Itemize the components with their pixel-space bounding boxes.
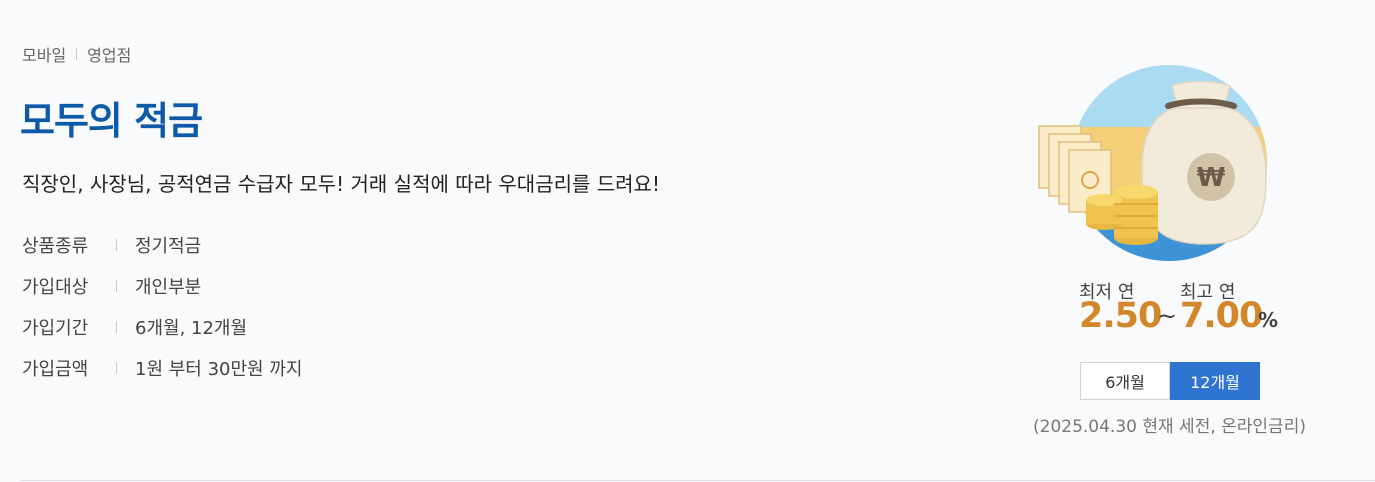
interest-rate-range: 최저 연 최고 연 2.50 ~ 7.00 % xyxy=(1079,278,1319,338)
min-rate-value: 2.50 xyxy=(1079,296,1162,336)
info-separator xyxy=(116,279,117,292)
rate-basis-note: (2025.04.30 현재 세전, 온라인금리) xyxy=(1033,417,1306,437)
info-value: 1원 부터 30만원 까지 xyxy=(135,358,303,380)
channel-branch: 영업점 xyxy=(87,46,132,65)
info-value: 정기적금 xyxy=(135,235,202,257)
info-row-amount: 가입금액 1원 부터 30만원 까지 xyxy=(22,347,302,388)
info-label: 상품종류 xyxy=(22,235,89,257)
term-tabs: 6개월 12개월 xyxy=(1080,362,1260,400)
info-label: 가입금액 xyxy=(22,358,89,380)
max-rate-value: 7.00 xyxy=(1180,296,1263,336)
info-value: 개인부분 xyxy=(135,276,202,298)
rate-unit: % xyxy=(1258,308,1279,332)
rate-separator: ~ xyxy=(1157,302,1178,330)
svg-text:₩: ₩ xyxy=(1197,163,1226,193)
product-title: 모두의 적금 xyxy=(20,99,203,143)
info-separator xyxy=(116,238,117,251)
info-value: 6개월, 12개월 xyxy=(135,317,248,339)
info-row-eligibility: 가입대상 개인부분 xyxy=(22,265,302,306)
info-label: 가입기간 xyxy=(22,317,89,339)
info-row-term: 가입기간 6개월, 12개월 xyxy=(22,306,302,347)
tab-6-months[interactable]: 6개월 xyxy=(1080,362,1170,400)
info-separator xyxy=(116,320,117,333)
product-info-list: 상품종류 정기적금 가입대상 개인부분 가입기간 6개월, 12개월 가입금액 … xyxy=(22,224,302,388)
money-bag-coins-icon: ₩ xyxy=(1038,65,1267,261)
channel-list: 모바일 영업점 xyxy=(22,42,131,66)
channel-separator xyxy=(76,48,78,60)
channel-mobile: 모바일 xyxy=(22,46,67,65)
product-description: 직장인, 사장님, 공적연금 수급자 모두! 거래 실적에 따라 우대금리를 드… xyxy=(22,172,660,196)
tab-12-months[interactable]: 12개월 xyxy=(1170,362,1260,400)
info-label: 가입대상 xyxy=(22,276,89,298)
info-row-product-type: 상품종류 정기적금 xyxy=(22,224,302,265)
info-separator xyxy=(116,361,117,374)
section-divider xyxy=(20,480,1375,481)
